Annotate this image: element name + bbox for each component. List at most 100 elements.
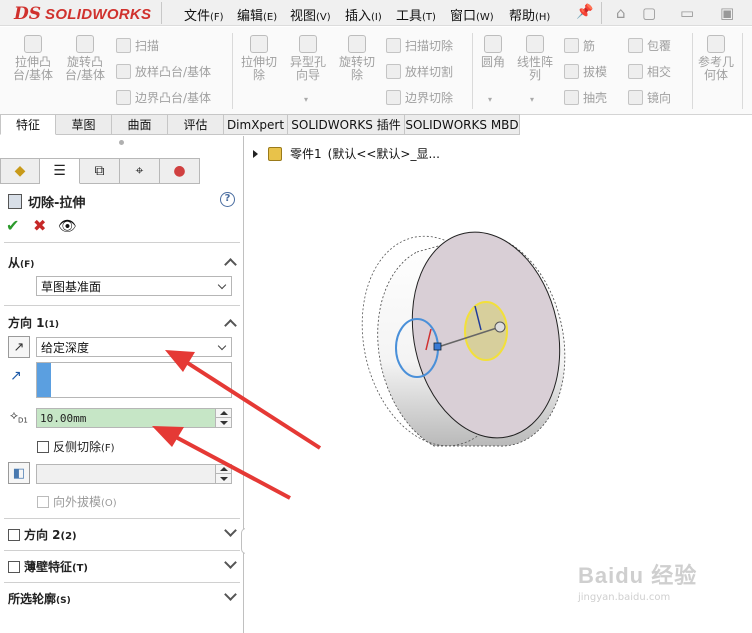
chevron-down-icon	[217, 280, 227, 290]
boundary-cut-button[interactable]: 边界切除	[386, 89, 453, 106]
tab-solidworks-addins[interactable]: SOLIDWORKS 插件	[288, 114, 405, 135]
menu-file[interactable]: 文件(F)	[184, 5, 224, 24]
extrude-cut-button[interactable]: 拉伸切除	[238, 35, 280, 82]
section-from-title[interactable]: 从(F)	[8, 254, 34, 271]
reference-geometry-button[interactable]: 参考几何体	[696, 35, 736, 82]
sweep-button[interactable]: 扫描	[116, 37, 159, 54]
loft-cut-button[interactable]: 放样切割	[386, 63, 453, 80]
property-manager-panel: ◆ ☰ ⧉ ⌖ ● 切除-拉伸 ? ✔ ✖ 👁 从(F) 草图基准面 方向 1(…	[0, 136, 244, 633]
menu-help[interactable]: 帮助(H)	[509, 5, 550, 24]
hole-wizard-button[interactable]: 异型孔向导 ▾	[286, 35, 330, 104]
divider	[4, 550, 240, 551]
sweep-cut-button[interactable]: 扫描切除	[386, 37, 453, 54]
tab-sketch[interactable]: 草图	[56, 114, 112, 135]
extrude-boss-button[interactable]: 拉伸凸台/基体	[10, 35, 56, 82]
chevron-down-icon[interactable]: ▾	[304, 93, 308, 106]
chevron-up-icon[interactable]	[224, 319, 237, 332]
menu-view[interactable]: 视图(V)	[290, 5, 331, 24]
selection-color-bar	[37, 363, 51, 397]
draft-toggle-button[interactable]: ◧	[8, 462, 30, 484]
from-start-condition-select[interactable]: 草图基准面	[36, 276, 232, 296]
display-manager-tab[interactable]: ●	[160, 158, 200, 184]
section-thin-feature-title[interactable]: 薄壁特征(T)	[8, 558, 88, 575]
depth-d1-icon: ⟡D1	[10, 408, 28, 425]
save-icon[interactable]: ▣	[720, 4, 734, 22]
section-direction1-title[interactable]: 方向 1(1)	[8, 314, 59, 331]
dimxpert-manager-tab[interactable]: ⌖	[120, 158, 160, 184]
title-bar: DS SOLIDWORKS 文件(F) 编辑(E) 视图(V) 插入(I) 工具…	[0, 0, 752, 26]
property-list-icon: ☰	[53, 163, 66, 179]
feature-manager-tab[interactable]: ◆	[0, 158, 40, 184]
section-selected-contours-title[interactable]: 所选轮廓(S)	[8, 590, 71, 607]
crosshair-icon: ⌖	[135, 163, 144, 179]
wrap-button[interactable]: 包覆	[628, 37, 671, 54]
panel-grip[interactable]	[119, 140, 124, 145]
rib-button[interactable]: 筋	[564, 37, 595, 54]
draft-angle-spinner[interactable]	[215, 465, 231, 483]
divider	[4, 305, 240, 306]
draft-angle-input[interactable]	[36, 464, 232, 484]
menu-tools[interactable]: 工具(T)	[396, 5, 436, 24]
boundary-cut-icon	[386, 90, 401, 105]
linear-pattern-icon	[526, 35, 544, 53]
fillet-icon	[484, 35, 502, 53]
open-folder-icon[interactable]: ▭	[680, 4, 694, 22]
command-manager-ribbon: 拉伸凸台/基体 旋转凸台/基体 扫描 放样凸台/基体 边界凸台/基体 拉伸切除 …	[0, 27, 752, 115]
shell-button[interactable]: 抽壳	[564, 89, 607, 106]
section-direction2-title[interactable]: 方向 2(2)	[8, 526, 77, 543]
solidworks-logo[interactable]: DS SOLIDWORKS	[14, 3, 151, 25]
draft-button[interactable]: 拔模	[564, 63, 607, 80]
chevron-down-icon[interactable]	[224, 588, 237, 601]
loft-cut-icon	[386, 64, 401, 79]
fillet-button[interactable]: 圆角 ▾	[478, 35, 508, 104]
tab-features[interactable]: 特征	[0, 114, 56, 135]
mirror-button[interactable]: 镜向	[628, 89, 671, 106]
cancel-x-icon[interactable]: ✖	[33, 216, 46, 235]
extrude-cut-icon	[250, 35, 268, 53]
pin-icon[interactable]: 📌	[576, 4, 593, 20]
direction2-checkbox[interactable]	[8, 528, 20, 541]
depth-spinner[interactable]	[215, 409, 231, 427]
chevron-up-icon[interactable]	[224, 258, 237, 271]
property-manager-tab[interactable]: ☰	[40, 158, 80, 184]
chevron-down-icon[interactable]	[224, 556, 237, 569]
boundary-boss-button[interactable]: 边界凸台/基体	[116, 89, 211, 106]
revolve-boss-icon	[76, 35, 94, 53]
arrow-pivot[interactable]	[494, 321, 506, 333]
menu-edit[interactable]: 编辑(E)	[237, 5, 277, 24]
depth-input[interactable]: 10.00mm	[36, 408, 232, 428]
chevron-down-icon[interactable]	[224, 524, 237, 537]
flip-side-checkbox[interactable]	[37, 440, 49, 453]
linear-pattern-button[interactable]: 线性阵列 ▾	[514, 35, 556, 104]
thin-feature-checkbox[interactable]	[8, 560, 20, 573]
tab-solidworks-mbd[interactable]: SOLIDWORKS MBD	[405, 114, 520, 135]
end-condition-select[interactable]: 给定深度	[36, 337, 232, 357]
hole-wizard-icon	[299, 35, 317, 53]
menu-insert[interactable]: 插入(I)	[345, 5, 382, 24]
configuration-manager-tab[interactable]: ⧉	[80, 158, 120, 184]
flip-side-to-cut-option[interactable]: 反侧切除(F)	[37, 438, 115, 455]
revolve-cut-button[interactable]: 旋转切除	[336, 35, 378, 82]
chevron-down-icon[interactable]: ▾	[530, 93, 534, 106]
home-icon[interactable]: ⌂	[616, 4, 626, 22]
ok-check-icon[interactable]: ✔	[6, 216, 19, 235]
menu-window[interactable]: 窗口(W)	[450, 5, 494, 24]
tab-dimxpert[interactable]: DimXpert	[224, 114, 288, 135]
draft-icon	[564, 64, 579, 79]
direction-reference-field[interactable]	[36, 362, 232, 398]
loft-boss-button[interactable]: 放样凸台/基体	[116, 63, 211, 80]
chevron-down-icon[interactable]: ▾	[488, 93, 492, 106]
revolve-boss-button[interactable]: 旋转凸台/基体	[62, 35, 108, 82]
tab-evaluate[interactable]: 评估	[168, 114, 224, 135]
preview-eye-icon[interactable]: 👁	[58, 217, 77, 235]
property-manager-header: 切除-拉伸	[8, 192, 85, 211]
help-icon[interactable]: ?	[220, 192, 235, 207]
draft-outward-option[interactable]: 向外拔模(O)	[37, 493, 117, 510]
intersect-button[interactable]: 相交	[628, 63, 671, 80]
tab-surfaces[interactable]: 曲面	[112, 114, 168, 135]
baidu-watermark: Baidu 经验 jingyan.baidu.com	[578, 558, 697, 603]
drag-handle[interactable]	[433, 342, 442, 351]
reverse-direction-button[interactable]: ↗	[8, 336, 30, 358]
new-document-icon[interactable]: ▢	[642, 4, 656, 22]
draft-outward-checkbox[interactable]	[37, 495, 49, 508]
